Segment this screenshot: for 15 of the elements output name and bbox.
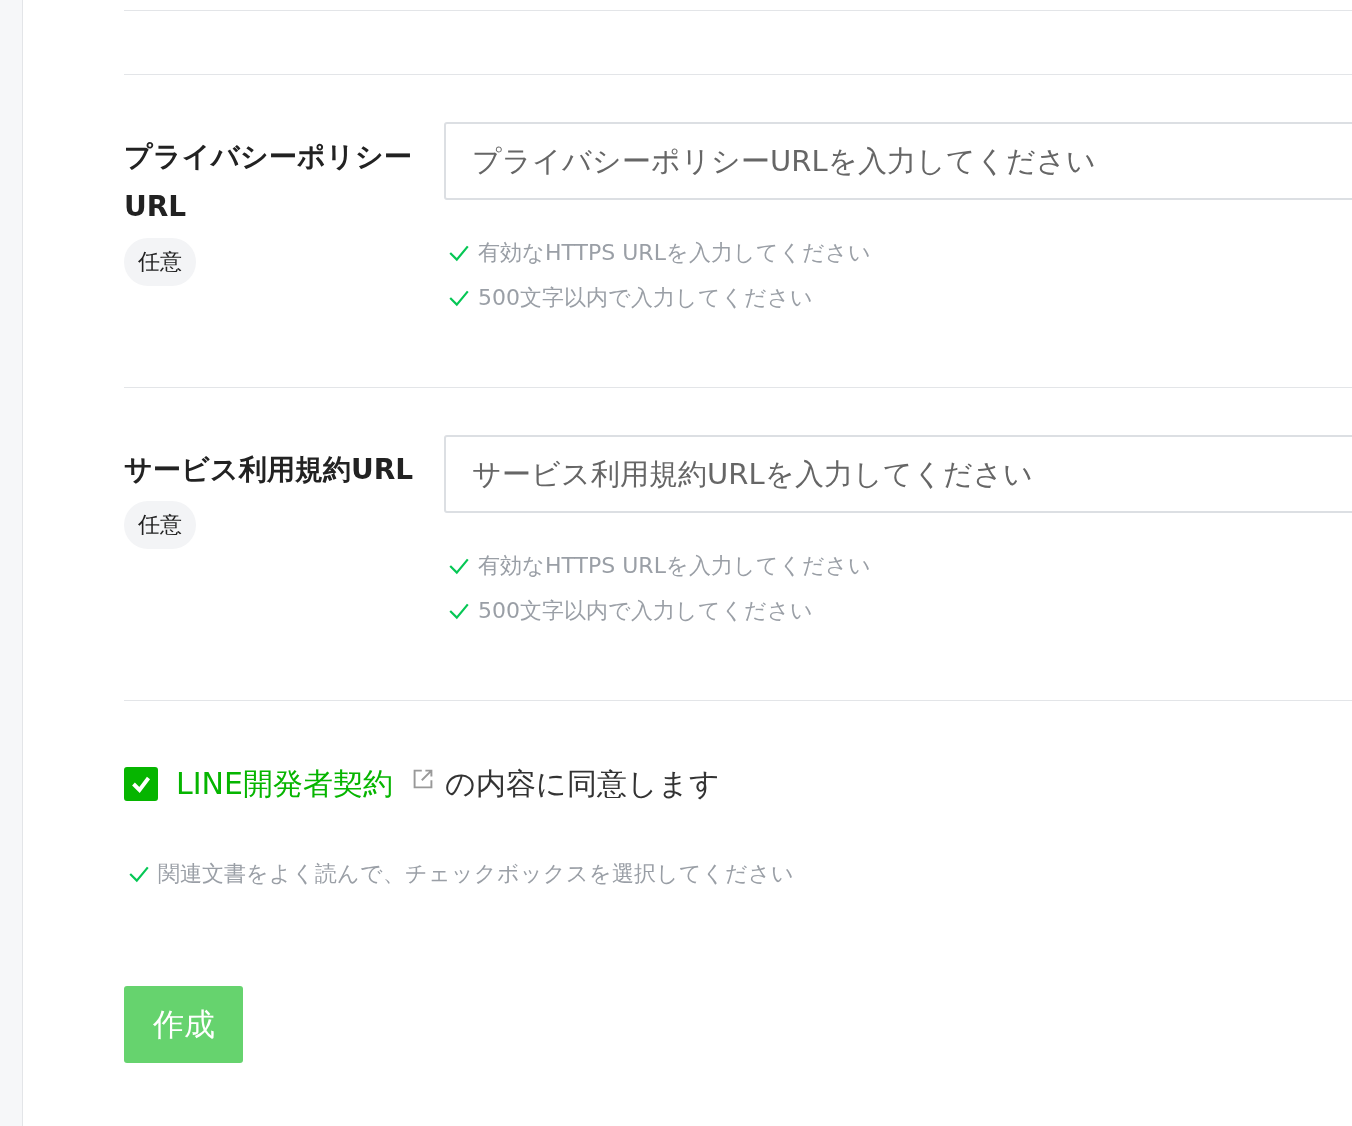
validation-text: 有効なHTTPS URLを入力してください bbox=[478, 238, 871, 267]
url-input-field[interactable]: プライバシーポリシーURLを入力してください bbox=[444, 122, 1352, 200]
agreement-checkbox[interactable] bbox=[124, 767, 158, 801]
field-label: サービス利用規約URL bbox=[124, 452, 414, 488]
field-label: プライバシーポリシーURL bbox=[124, 139, 413, 225]
validation-text: 有効なHTTPS URLを入力してください bbox=[478, 551, 871, 580]
optional-badge: 任意 bbox=[124, 238, 196, 286]
create-button[interactable]: 作成 bbox=[124, 986, 243, 1063]
validation-text: 500文字以内で入力してください bbox=[478, 596, 813, 625]
url-input-field[interactable]: サービス利用規約URLを入力してください bbox=[444, 435, 1352, 513]
agreement-text: の内容に同意します bbox=[444, 764, 720, 803]
validation-text: 関連文書をよく読んで、チェックボックスを選択してください bbox=[158, 859, 794, 888]
developer-agreement-link[interactable]: LINE開発者契約 bbox=[176, 763, 393, 805]
optional-badge: 任意 bbox=[124, 501, 196, 549]
validation-text: 500文字以内で入力してください bbox=[478, 283, 813, 312]
